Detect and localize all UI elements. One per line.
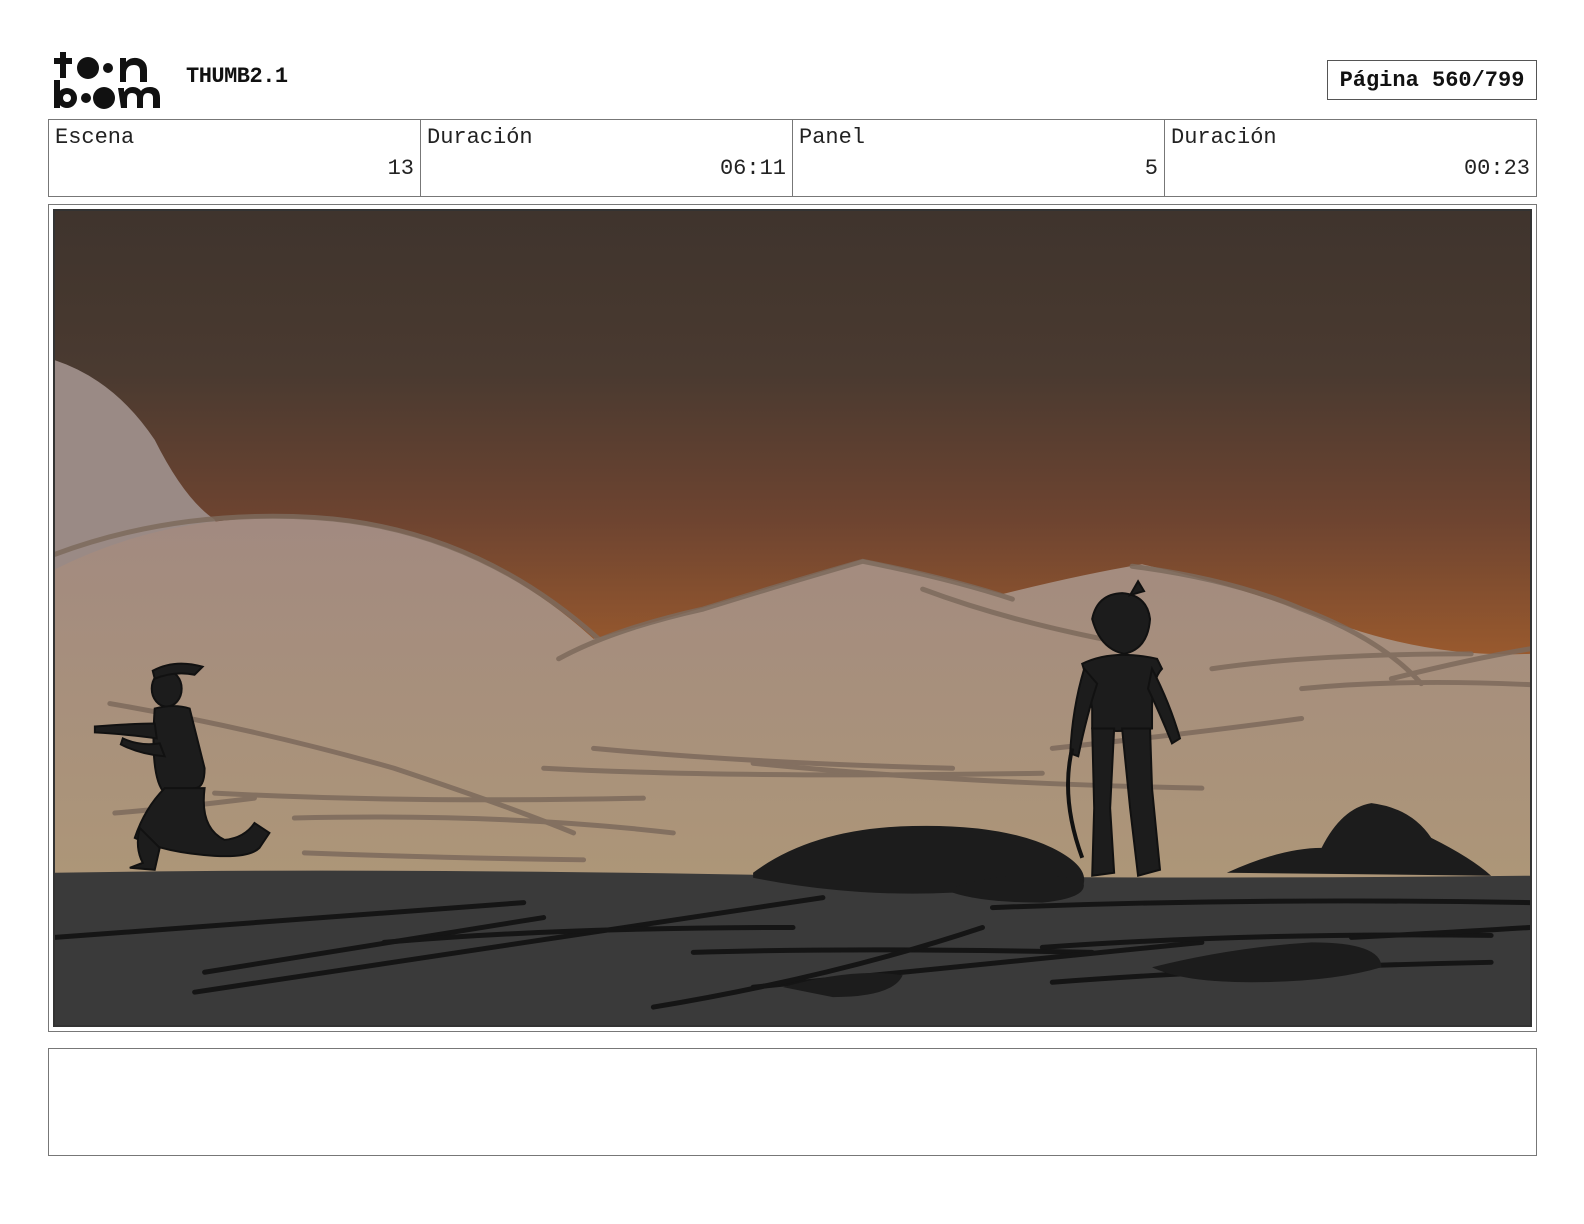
page-indicator: Página 560/799 — [1327, 60, 1537, 100]
desert-scene-illustration — [55, 211, 1530, 1025]
project-title: THUMB2.1 — [186, 64, 288, 89]
storyboard-panel-frame — [48, 204, 1537, 1032]
info-cell-panel: Panel 5 — [793, 120, 1165, 196]
info-cell-scene-duration: Duración 06:11 — [421, 120, 793, 196]
panel-notes-box — [48, 1048, 1537, 1156]
scene-value: 13 — [387, 156, 414, 181]
storyboard-panel-image — [53, 209, 1532, 1027]
toon-boom-logo — [52, 50, 164, 110]
page-label: Página 560/799 — [1339, 67, 1525, 93]
scene-label: Escena — [55, 125, 135, 150]
scene-duration-label: Duración — [427, 125, 533, 150]
logo-icon — [54, 52, 160, 109]
panel-duration-label: Duración — [1171, 125, 1277, 150]
scene-duration-value: 06:11 — [719, 156, 786, 181]
panel-label: Panel — [799, 125, 866, 150]
scene-info-grid: Escena 13 Duración 06:11 Panel 5 Duració… — [48, 119, 1537, 197]
info-cell-panel-duration: Duración 00:23 — [1165, 120, 1536, 196]
info-cell-scene: Escena 13 — [49, 120, 421, 196]
panel-duration-value: 00:23 — [1463, 156, 1530, 181]
panel-value: 5 — [1144, 156, 1158, 181]
